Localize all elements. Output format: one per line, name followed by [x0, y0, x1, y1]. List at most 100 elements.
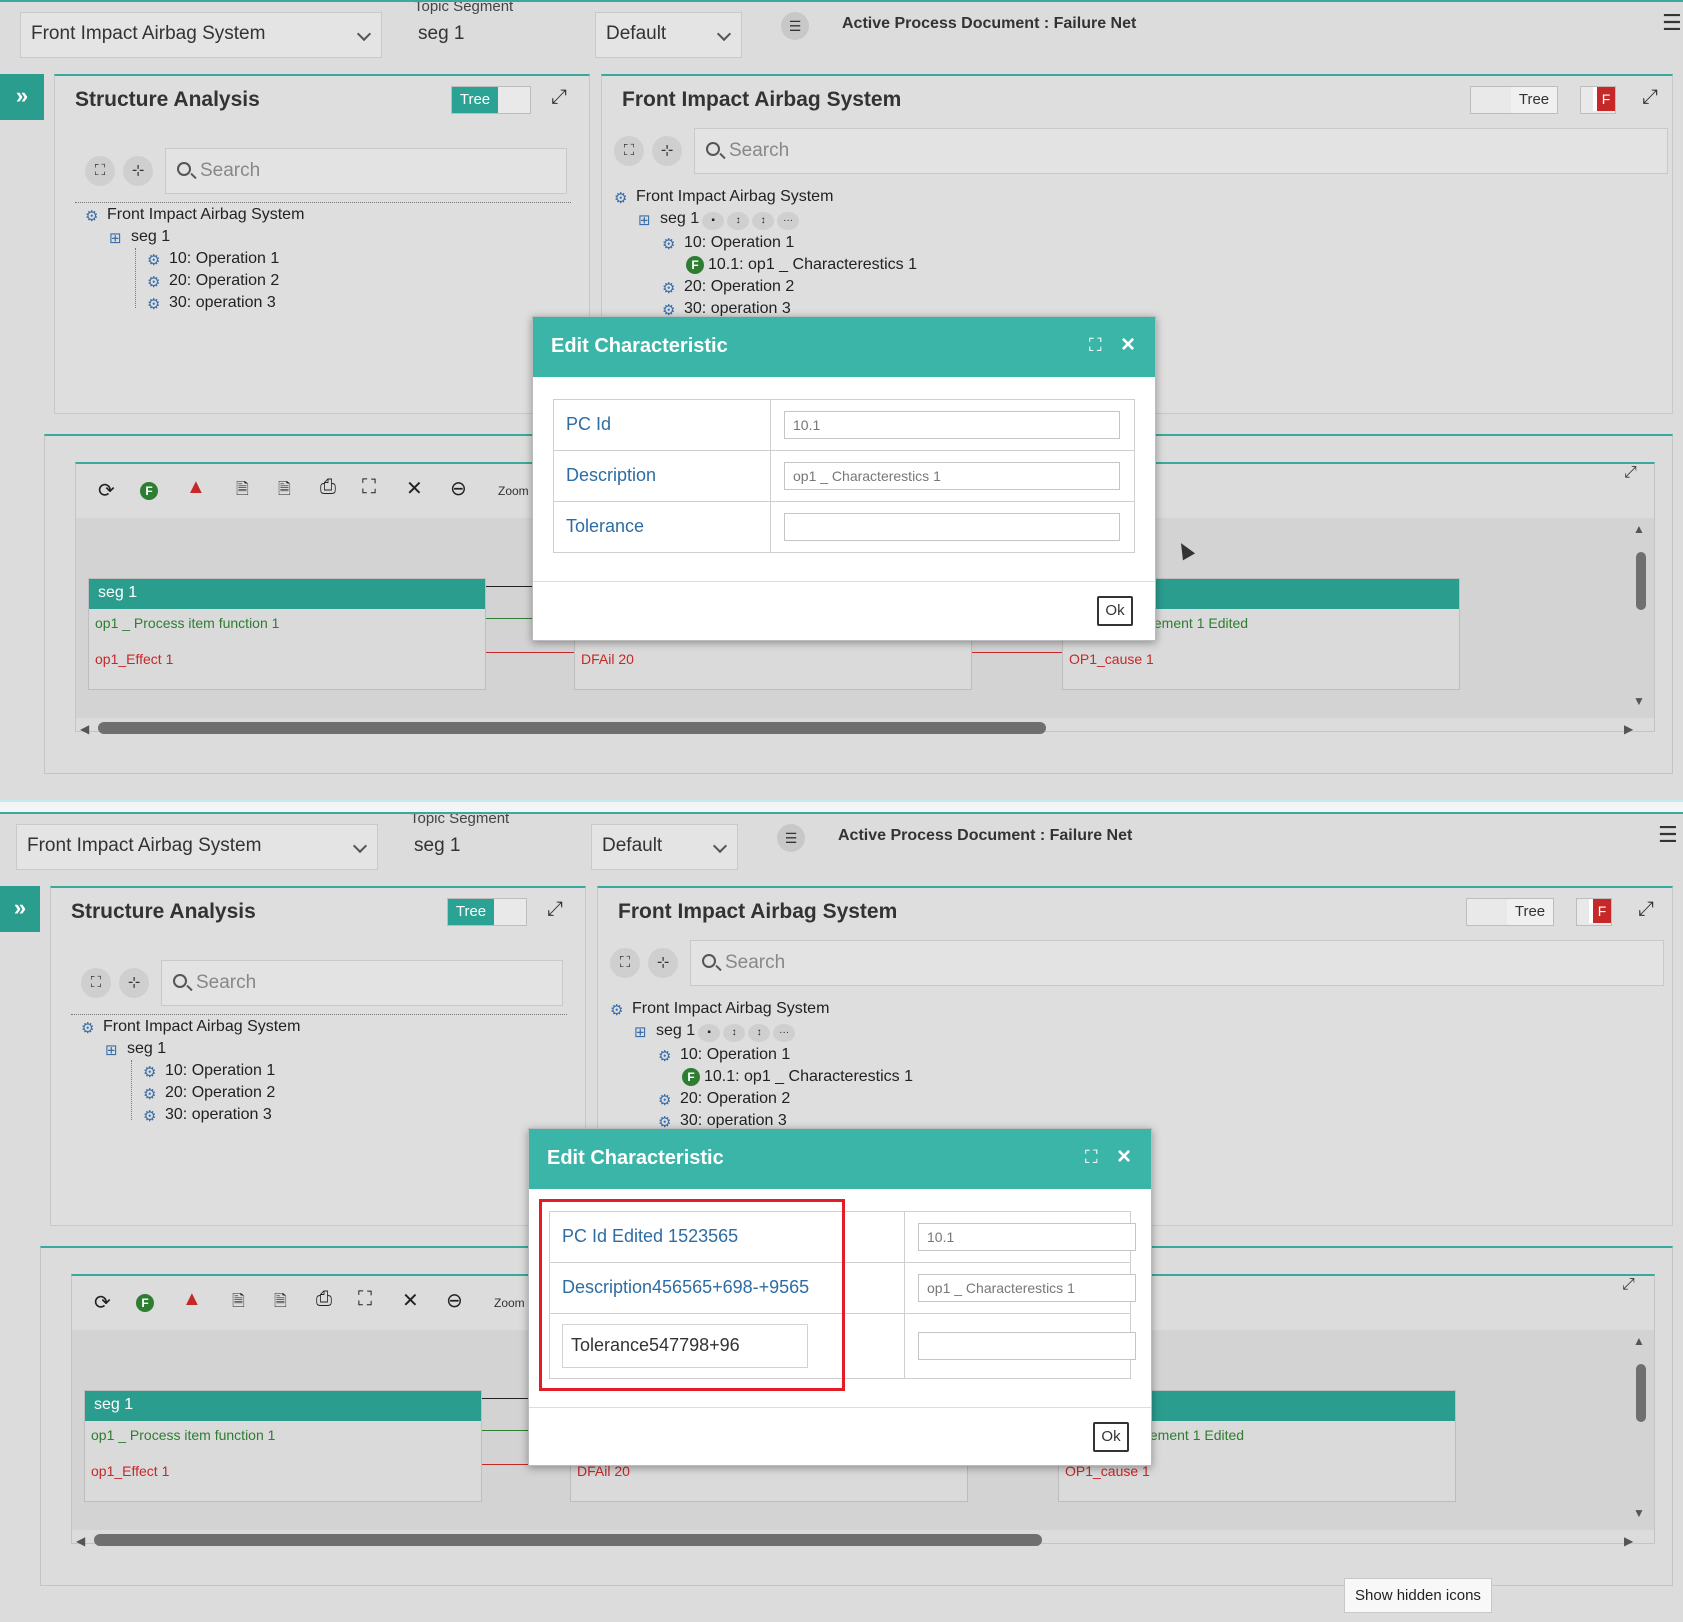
tree-node-system[interactable]: ⚙ Front Impact Airbag System: [614, 188, 833, 207]
settings-menu-icon[interactable]: ☰: [1658, 822, 1678, 848]
tree-node-segment[interactable]: ⊞ seg 1: [109, 228, 170, 247]
print-icon[interactable]: ⎙: [320, 476, 336, 499]
maximize-icon[interactable]: ⤢: [1622, 1276, 1635, 1294]
ok-button[interactable]: Ok: [1093, 1422, 1129, 1452]
topic-segment-value[interactable]: seg 1: [418, 23, 464, 45]
collapse-all-icon[interactable]: ⊹: [648, 948, 678, 978]
scroll-up-icon[interactable]: ▲: [1633, 1334, 1645, 1348]
tree-toggle[interactable]: Tree: [447, 898, 527, 926]
tree-node-system[interactable]: ⚙ Front Impact Airbag System: [610, 1000, 829, 1019]
search-input[interactable]: Search: [165, 148, 567, 194]
structure-node[interactable]: seg 1 op1 _ Process item function 1 op1_…: [84, 1390, 482, 1502]
failure-net-icon[interactable]: ▲: [182, 1288, 202, 1311]
fit-screen-icon[interactable]: ⛶: [358, 1288, 372, 1311]
sort-desc-icon[interactable]: ↕: [752, 212, 775, 230]
tree-node-operation[interactable]: ⚙ 10: Operation 1: [143, 1062, 275, 1081]
vertical-scrollbar[interactable]: [1636, 1364, 1646, 1422]
expand-all-icon[interactable]: ⛶: [614, 136, 644, 166]
tree-node-operation[interactable]: ⚙ 30: operation 3: [143, 1106, 272, 1125]
system-select[interactable]: Front Impact Airbag System: [20, 12, 382, 58]
tree-node-operation[interactable]: ⚙ 20: Operation 2: [658, 1090, 790, 1109]
tree-node-characteristic[interactable]: F 10.1: op1 _ Characterestics 1: [682, 1068, 913, 1086]
export-svg-icon[interactable]: 🗎: [232, 1290, 245, 1317]
collapse-all-icon[interactable]: ⊹: [652, 136, 682, 166]
vertical-scrollbar[interactable]: [1636, 552, 1646, 610]
tree-node-segment[interactable]: ⊞ seg 1 ▪ ↕ ↕ ···: [638, 210, 800, 230]
fullscreen-icon[interactable]: ✕: [406, 476, 423, 501]
maximize-icon[interactable]: ⛶: [1085, 1147, 1098, 1168]
ok-button[interactable]: Ok: [1097, 596, 1133, 626]
tree-node-characteristic[interactable]: F 10.1: op1 _ Characterestics 1: [686, 256, 917, 274]
delete-icon[interactable]: ▪: [702, 212, 725, 230]
system-select[interactable]: Front Impact Airbag System: [16, 824, 378, 870]
scroll-up-icon[interactable]: ▲: [1633, 522, 1645, 536]
tree-node-operation[interactable]: ⚙ 20: Operation 2: [662, 278, 794, 297]
sort-desc-icon[interactable]: ↕: [748, 1024, 771, 1042]
expand-all-icon[interactable]: ⛶: [81, 968, 111, 998]
refresh-icon[interactable]: ⟳: [94, 1290, 111, 1315]
print-icon[interactable]: ⎙: [316, 1288, 332, 1311]
default-select[interactable]: Default: [591, 824, 738, 870]
export-svg-icon[interactable]: 🗎: [236, 478, 249, 505]
collapse-all-icon[interactable]: ⊹: [123, 156, 153, 186]
settings-menu-icon[interactable]: ☰: [1662, 10, 1682, 36]
expand-all-icon[interactable]: ⛶: [610, 948, 640, 978]
more-icon[interactable]: ···: [773, 1024, 796, 1042]
tree-node-operation[interactable]: ⚙ 10: Operation 1: [658, 1046, 790, 1065]
expand-sidebar-button[interactable]: »: [0, 886, 40, 932]
tolerance-input[interactable]: [784, 513, 1120, 541]
sort-asc-icon[interactable]: ↕: [723, 1024, 746, 1042]
tree-toggle[interactable]: Tree: [1466, 898, 1554, 926]
maximize-icon[interactable]: ⤢: [547, 898, 563, 921]
close-icon[interactable]: ×: [1121, 331, 1135, 359]
pc-id-input[interactable]: 10.1: [784, 411, 1120, 439]
tree-node-operation[interactable]: ⚙ 10: Operation 1: [147, 250, 279, 269]
expand-sidebar-button[interactable]: »: [0, 74, 44, 120]
close-icon[interactable]: ×: [1117, 1143, 1131, 1171]
tree-node-operation[interactable]: ⚙ 10: Operation 1: [662, 234, 794, 253]
scroll-right-icon[interactable]: ▶: [1624, 1534, 1633, 1548]
tree-node-operation[interactable]: ⚙ 20: Operation 2: [147, 272, 279, 291]
tolerance-input[interactable]: [918, 1332, 1136, 1360]
layers-button[interactable]: ☰: [777, 824, 805, 852]
pc-id-input[interactable]: 10.1: [918, 1223, 1136, 1251]
topic-segment-value[interactable]: seg 1: [414, 835, 460, 857]
scroll-left-icon[interactable]: ◀: [80, 722, 89, 736]
maximize-icon[interactable]: ⤢: [551, 86, 567, 109]
failure-filter-toggle[interactable]: F: [1576, 898, 1612, 926]
scroll-right-icon[interactable]: ▶: [1624, 722, 1633, 736]
tree-toggle[interactable]: Tree: [1470, 86, 1558, 114]
maximize-icon[interactable]: ⤢: [1642, 86, 1658, 109]
function-net-icon[interactable]: F: [140, 478, 162, 501]
scroll-down-icon[interactable]: ▼: [1633, 694, 1645, 708]
zoom-out-icon[interactable]: ⊖: [446, 1288, 463, 1313]
layers-button[interactable]: ☰: [781, 12, 809, 40]
zoom-out-icon[interactable]: ⊖: [450, 476, 467, 501]
sort-asc-icon[interactable]: ↕: [727, 212, 750, 230]
failure-net-icon[interactable]: ▲: [186, 476, 206, 499]
tree-node-operation[interactable]: ⚙ 30: operation 3: [147, 294, 276, 313]
default-select[interactable]: Default: [595, 12, 742, 58]
horizontal-scrollbar[interactable]: [94, 1534, 1042, 1546]
search-input[interactable]: Search: [690, 940, 1664, 986]
more-icon[interactable]: ···: [777, 212, 800, 230]
collapse-all-icon[interactable]: ⊹: [119, 968, 149, 998]
tree-node-segment[interactable]: ⊞ seg 1 ▪ ↕ ↕ ···: [634, 1022, 796, 1042]
horizontal-scrollbar[interactable]: [98, 722, 1046, 734]
scroll-left-icon[interactable]: ◀: [76, 1534, 85, 1548]
maximize-icon[interactable]: ⛶: [1089, 335, 1102, 356]
export-png-icon[interactable]: 🗎: [278, 478, 291, 505]
scroll-down-icon[interactable]: ▼: [1633, 1506, 1645, 1520]
function-net-icon[interactable]: F: [136, 1290, 158, 1313]
description-input[interactable]: op1 _ Characterestics 1: [918, 1274, 1136, 1302]
fit-screen-icon[interactable]: ⛶: [362, 476, 376, 499]
maximize-icon[interactable]: ⤢: [1638, 898, 1654, 921]
maximize-icon[interactable]: ⤢: [1624, 464, 1637, 482]
description-input[interactable]: op1 _ Characterestics 1: [784, 462, 1120, 490]
failure-filter-toggle[interactable]: F: [1580, 86, 1616, 114]
tree-toggle[interactable]: Tree: [451, 86, 531, 114]
tree-node-segment[interactable]: ⊞ seg 1: [105, 1040, 166, 1059]
search-input[interactable]: Search: [161, 960, 563, 1006]
fullscreen-icon[interactable]: ✕: [402, 1288, 419, 1313]
tree-node-system[interactable]: ⚙ Front Impact Airbag System: [81, 1018, 300, 1037]
